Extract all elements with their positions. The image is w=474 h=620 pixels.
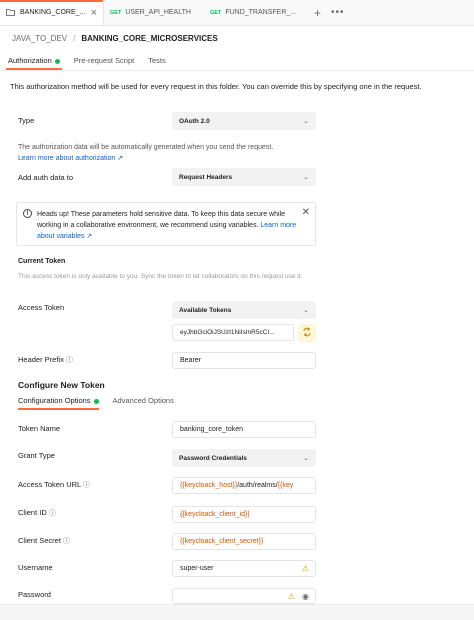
client-id-label: Client ID ⓘ <box>18 508 56 517</box>
warning-icon: ⚠ <box>301 564 309 573</box>
grant-type-select[interactable]: Password Credentials ⌄ <box>172 449 316 467</box>
client-secret-label: Client Secret ⓘ <box>18 536 71 545</box>
access-token-url-label: Access Token URL ⓘ <box>18 480 91 489</box>
token-name-label: Token Name <box>18 424 61 433</box>
folder-subtabs: Authorization Pre-request Script Tests <box>6 56 166 70</box>
sensitive-data-alert: ! Heads up! These parameters hold sensit… <box>16 202 316 246</box>
bottom-bar <box>0 604 474 620</box>
current-token-note: This access token is only available to y… <box>18 273 303 280</box>
info-icon: ⓘ <box>65 357 73 364</box>
auth-info-text: This authorization method will be used f… <box>10 82 422 91</box>
tab-bar: BANKING_CORE_... × GET USER_API_HEALTH G… <box>0 0 474 26</box>
sync-token-button[interactable] <box>298 324 316 342</box>
breadcrumb-separator: / <box>73 34 76 43</box>
token-name-input[interactable]: banking_core_token <box>172 421 316 438</box>
auth-type-select[interactable]: OAuth 2.0 ⌄ <box>172 112 316 130</box>
info-icon: ⓘ <box>83 482 91 489</box>
client-id-input[interactable]: {{keycloack_client_id}} <box>172 506 316 523</box>
header-prefix-label: Header Prefix ⓘ <box>18 355 73 364</box>
folder-icon <box>6 8 15 18</box>
tab-label: USER_API_HEALTH <box>125 9 191 16</box>
tab-user-api-health[interactable]: GET USER_API_HEALTH <box>104 0 204 25</box>
chevron-down-icon: ⌄ <box>303 118 309 125</box>
info-icon: ⓘ <box>63 538 71 545</box>
sync-icon <box>302 327 312 340</box>
access-token-label: Access Token <box>18 303 65 312</box>
chevron-down-icon: ⌄ <box>303 174 309 181</box>
add-auth-select[interactable]: Request Headers ⌄ <box>172 168 316 186</box>
method-badge: GET <box>210 9 222 16</box>
active-dot-icon <box>93 398 99 404</box>
configure-token-title: Configure New Token <box>18 380 105 390</box>
breadcrumb: JAVA_TO_DEV / BANKING_CORE_MICROSERVICES <box>12 34 218 43</box>
username-label: Username <box>18 563 53 572</box>
access-token-url-input[interactable]: {{keycloack_host}}/auth/realms/{{key <box>172 477 316 494</box>
active-dot-icon <box>54 58 60 64</box>
tab-label: BANKING_CORE_... <box>20 9 86 16</box>
more-tabs-icon[interactable]: ••• <box>331 0 345 25</box>
tab-banking-core[interactable]: BANKING_CORE_... × <box>0 0 104 25</box>
tab-pre-request-script[interactable]: Pre-request Script <box>74 56 134 70</box>
close-icon[interactable]: × <box>91 7 97 19</box>
access-token-input[interactable]: eyJhbGciOiJSUzI1NiIsInR5cCI... <box>172 324 294 341</box>
eye-icon[interactable]: ◉ <box>302 592 309 601</box>
password-label: Password <box>18 590 51 599</box>
tab-fund-transfer[interactable]: GET FUND_TRANSFER_... <box>204 0 308 25</box>
method-badge: GET <box>110 9 122 16</box>
client-secret-input[interactable]: {{keycloack_client_secret}} <box>172 533 316 550</box>
breadcrumb-parent[interactable]: JAVA_TO_DEV <box>12 34 67 43</box>
username-input[interactable]: super-user ⚠ <box>172 560 316 577</box>
close-icon[interactable]: ✕ <box>302 207 310 218</box>
tab-configuration-options[interactable]: Configuration Options <box>18 396 99 410</box>
header-prefix-input[interactable]: Bearer <box>172 352 316 369</box>
password-input[interactable]: ⚠ ◉ <box>172 588 316 604</box>
add-auth-label: Add auth data to <box>18 173 74 182</box>
learn-more-authorization-link[interactable]: Learn more about authorization ↗ <box>18 154 123 164</box>
divider <box>0 70 474 71</box>
chevron-down-icon: ⌄ <box>303 455 309 462</box>
type-label: Type <box>18 116 35 125</box>
new-tab-button[interactable]: + <box>314 0 321 25</box>
tab-tests[interactable]: Tests <box>148 56 166 70</box>
breadcrumb-current: BANKING_CORE_MICROSERVICES <box>81 34 218 43</box>
alert-text: Heads up! These parameters hold sensitiv… <box>37 211 285 229</box>
tab-label: FUND_TRANSFER_... <box>225 9 297 16</box>
available-tokens-select[interactable]: Available Tokens ⌄ <box>172 301 316 319</box>
grant-type-label: Grant Type <box>18 451 55 460</box>
tab-advanced-options[interactable]: Advanced Options <box>113 396 174 410</box>
info-icon: ! <box>23 209 32 218</box>
auth-note: The authorization data will be automatic… <box>18 144 274 151</box>
current-token-title: Current Token <box>18 258 66 265</box>
info-icon: ⓘ <box>48 510 56 517</box>
chevron-down-icon: ⌄ <box>303 307 309 314</box>
warning-icon: ⚠ <box>287 592 295 601</box>
tab-authorization[interactable]: Authorization <box>6 56 62 70</box>
configure-subtabs: Configuration Options Advanced Options <box>18 396 174 410</box>
